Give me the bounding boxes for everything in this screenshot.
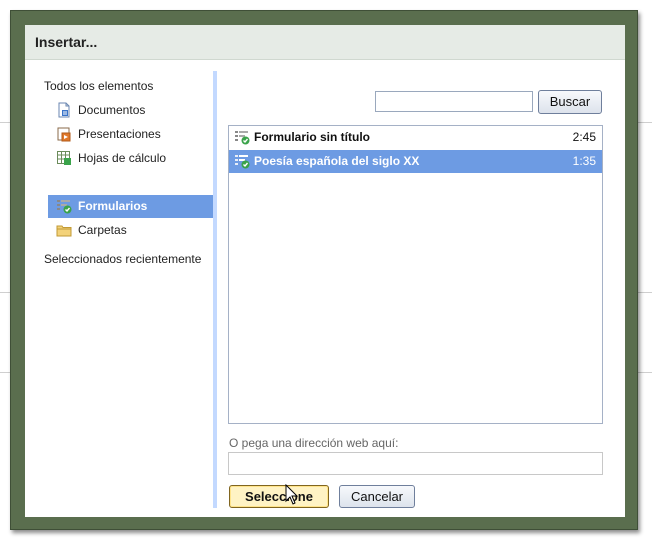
url-input[interactable] <box>228 452 603 475</box>
sidebar-item-folders[interactable]: Carpetas <box>48 219 213 242</box>
search-button[interactable]: Buscar <box>538 90 602 114</box>
sidebar-item-label: Documentos <box>78 103 146 117</box>
file-time: 1:35 <box>572 154 596 168</box>
insert-dialog-frame: Insertar... Todos los elementos Document… <box>10 10 638 530</box>
file-list[interactable]: Formulario sin título 2:45 Poesía españo… <box>228 125 603 424</box>
sidebar-item-spreadsheets[interactable]: Hojas de cálculo <box>48 147 213 170</box>
sidebar-item-forms[interactable]: Formularios <box>48 195 213 218</box>
file-name: Poesía española del siglo XX <box>254 154 420 168</box>
select-button[interactable]: Seleccione <box>229 485 329 508</box>
sidebar-item-label: Carpetas <box>78 223 127 237</box>
dialog-title: Insertar... <box>25 25 625 60</box>
sidebar-item-documents[interactable]: Documentos <box>48 99 213 122</box>
insert-dialog: Insertar... Todos los elementos Document… <box>25 25 625 517</box>
sidebar-item-label: Formularios <box>78 199 148 213</box>
form-icon <box>234 153 250 169</box>
document-icon <box>56 102 72 118</box>
sidebar-item-label: Presentaciones <box>78 127 161 141</box>
list-item[interactable]: Formulario sin título 2:45 <box>229 126 602 149</box>
sidebar-item-label: Hojas de cálculo <box>78 151 167 165</box>
url-label: O pega una dirección web aquí: <box>229 436 399 450</box>
sidebar-item-recent[interactable]: Seleccionados recientemente <box>44 248 201 271</box>
sidebar-item-all[interactable]: Todos los elementos <box>44 75 153 98</box>
folder-icon <box>56 222 72 238</box>
search-input[interactable] <box>375 91 533 112</box>
mouse-cursor-icon <box>285 484 299 505</box>
form-icon <box>234 129 250 145</box>
cancel-button[interactable]: Cancelar <box>339 485 415 508</box>
spreadsheet-icon <box>56 150 72 166</box>
file-time: 2:45 <box>572 130 596 144</box>
sidebar-item-presentations[interactable]: Presentaciones <box>48 123 213 146</box>
sidebar: Todos los elementos Documentos Presentac… <box>25 60 213 517</box>
form-icon <box>56 198 72 214</box>
file-name: Formulario sin título <box>254 130 370 144</box>
sidebar-divider <box>213 71 217 508</box>
list-item[interactable]: Poesía española del siglo XX 1:35 <box>229 150 602 173</box>
presentation-icon <box>56 126 72 142</box>
